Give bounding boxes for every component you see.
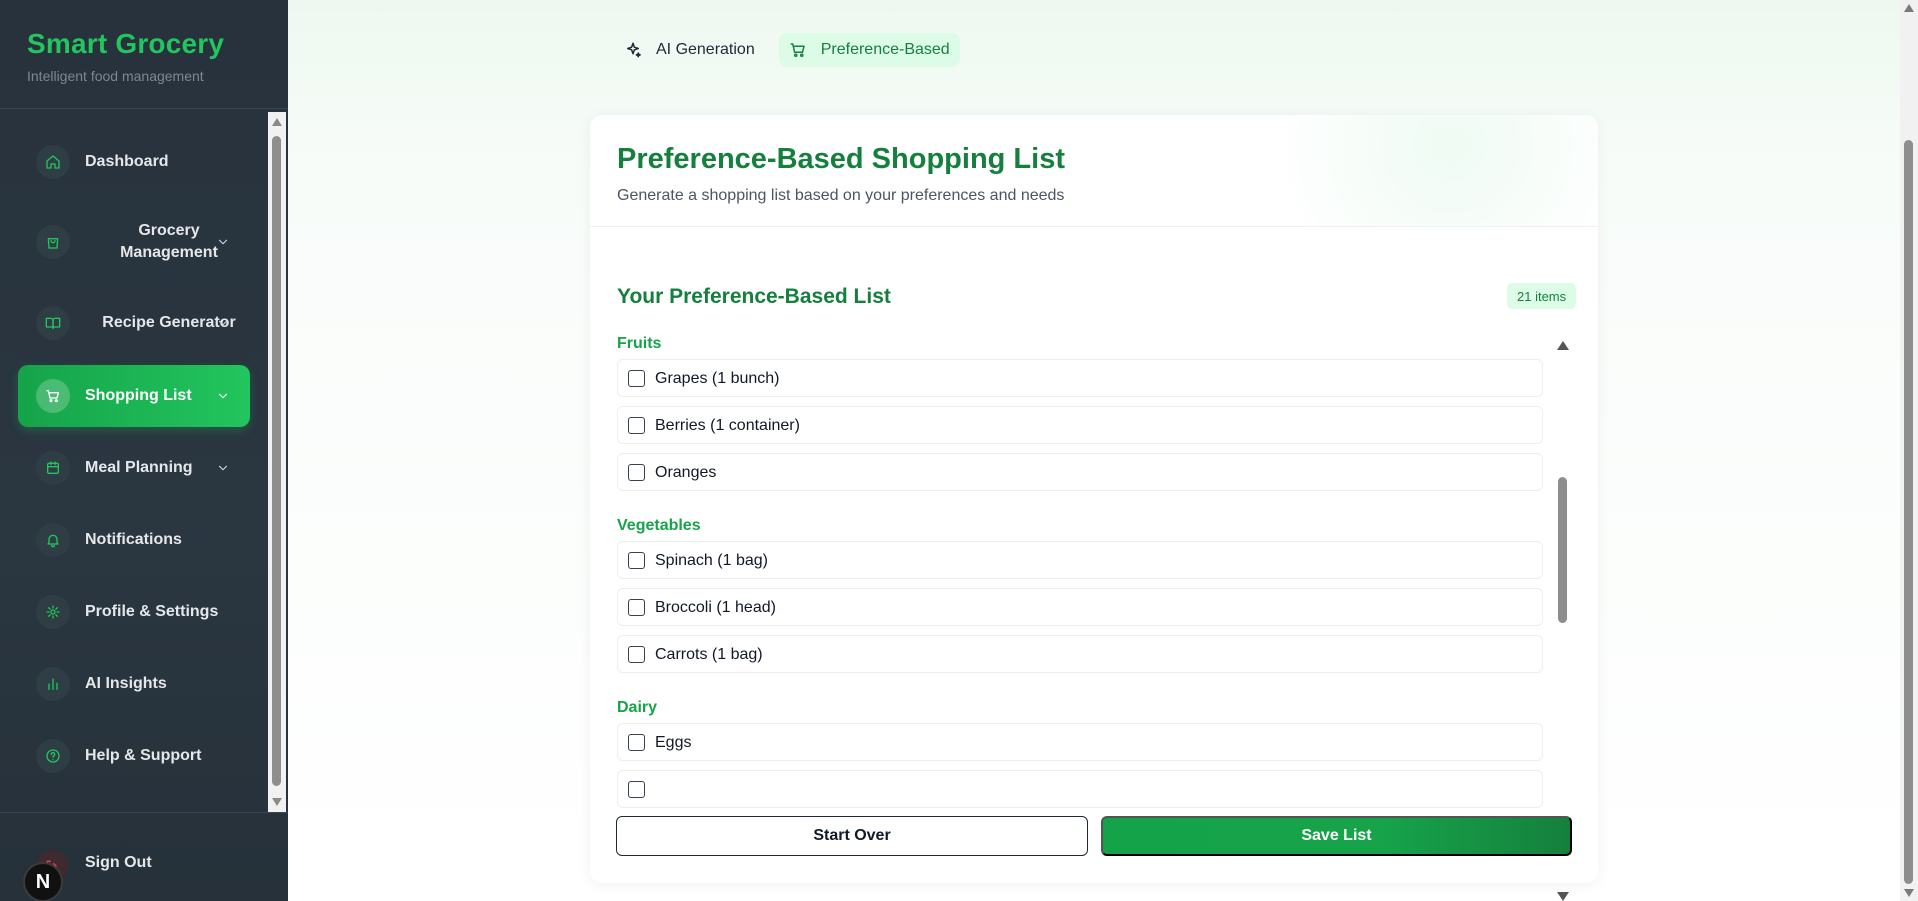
sidebar-item-ai-insights[interactable]: AI Insights [18, 653, 250, 715]
save-list-button[interactable]: Save List [1101, 816, 1572, 856]
tab-label: AI Generation [656, 41, 755, 58]
book-icon [36, 306, 70, 340]
sidebar-nav: Dashboard Grocery Management Recipe Gene… [0, 112, 288, 812]
scrollbar-thumb[interactable] [1558, 477, 1567, 623]
help-circle-icon [36, 739, 70, 773]
item-label: Grapes (1 bunch) [655, 370, 780, 387]
tab-label: Preference-Based [820, 41, 950, 58]
sidebar-item-recipe-generator[interactable]: Recipe Generator [18, 289, 250, 357]
item-checkbox[interactable] [628, 646, 645, 663]
category-heading: Vegetables [617, 517, 701, 534]
shopping-bag-icon [36, 225, 70, 259]
start-over-button[interactable]: Start Over [616, 816, 1088, 856]
sidebar-item-label: Shopping List [85, 387, 192, 404]
item-checkbox[interactable] [628, 734, 645, 751]
mode-tabs: AI Generation Preference-Based [614, 33, 960, 67]
category-heading: Fruits [617, 335, 662, 352]
card-header: Preference-Based Shopping List Generate … [590, 115, 1598, 227]
shopping-list-card: Preference-Based Shopping List Generate … [590, 115, 1598, 901]
sidebar-item-help-support[interactable]: Help & Support [18, 725, 250, 787]
brand: Smart Grocery Intelligent food managemen… [27, 28, 224, 84]
item-checkbox[interactable] [628, 417, 645, 434]
scrollbar-thumb[interactable] [272, 136, 281, 786]
list-item[interactable]: Broccoli (1 head) [617, 588, 1543, 626]
chevron-down-icon [216, 461, 230, 475]
item-label: Spinach (1 bag) [655, 552, 768, 569]
scrollbar-thumb[interactable] [1904, 140, 1913, 884]
scroll-down-arrow-icon[interactable] [1904, 889, 1914, 897]
page-subtitle: Generate a shopping list based on your p… [617, 187, 1065, 204]
sidebar-item-shopping-list[interactable]: Shopping List [18, 365, 250, 427]
chevron-down-icon [216, 316, 230, 330]
sidebar-item-grocery-management[interactable]: Grocery Management [18, 208, 250, 276]
divider [0, 108, 288, 109]
list-item[interactable]: Grapes (1 bunch) [617, 359, 1543, 397]
scroll-up-arrow-icon[interactable] [272, 118, 282, 126]
tab-ai-generation[interactable]: AI Generation [614, 33, 765, 67]
page-scrollbar[interactable] [1900, 0, 1918, 901]
sidebar-item-dashboard[interactable]: Dashboard [18, 131, 250, 193]
chevron-down-icon [216, 235, 230, 249]
list-item[interactable] [617, 770, 1543, 808]
scroll-down-arrow-icon[interactable] [1557, 892, 1569, 901]
list-item[interactable]: Eggs [617, 723, 1543, 761]
home-icon [36, 145, 70, 179]
list-item[interactable]: Berries (1 container) [617, 406, 1543, 444]
item-label: Berries (1 container) [655, 417, 800, 434]
item-checkbox[interactable] [628, 464, 645, 481]
divider [0, 812, 288, 813]
chevron-down-icon [216, 389, 230, 403]
list-title: Your Preference-Based List [617, 285, 891, 308]
item-label: Broccoli (1 head) [655, 599, 776, 616]
sidebar-scrollbar[interactable] [268, 112, 286, 812]
category-heading: Dairy [617, 699, 658, 716]
item-checkbox[interactable] [628, 781, 645, 798]
item-label: Oranges [655, 464, 717, 481]
sidebar-item-meal-planning[interactable]: Meal Planning [18, 437, 250, 499]
item-checkbox[interactable] [628, 599, 645, 616]
tab-preference-based[interactable]: Preference-Based [778, 33, 960, 67]
sidebar-item-label: Notifications [85, 531, 182, 548]
cart-icon [790, 43, 805, 58]
sidebar-item-label: Profile & Settings [85, 603, 219, 620]
bell-icon [36, 523, 70, 557]
sidebar-item-label: Meal Planning [85, 459, 193, 476]
scroll-up-arrow-icon[interactable] [1557, 341, 1569, 350]
item-label: Carrots (1 bag) [655, 646, 763, 663]
item-label: Eggs [655, 734, 692, 751]
page-title: Preference-Based Shopping List [617, 143, 1065, 175]
sidebar-item-label: Help & Support [85, 747, 202, 764]
brand-subtitle: Intelligent food management [27, 68, 204, 84]
sidebar-item-notifications[interactable]: Notifications [18, 509, 250, 571]
calendar-icon [36, 451, 70, 485]
sidebar-item-profile-settings[interactable]: Profile & Settings [18, 581, 250, 643]
bar-chart-icon [36, 667, 70, 701]
item-count-badge: 21 items [1507, 283, 1577, 309]
dev-indicator-badge[interactable]: N [23, 862, 63, 901]
brand-title: Smart Grocery [27, 28, 225, 59]
sign-out-label: Sign Out [85, 854, 152, 871]
sidebar: Smart Grocery Intelligent food managemen… [0, 0, 288, 901]
sidebar-item-label: AI Insights [85, 675, 167, 692]
scroll-down-arrow-icon[interactable] [272, 798, 282, 806]
gear-icon [36, 595, 70, 629]
list-item[interactable]: Spinach (1 bag) [617, 541, 1543, 579]
item-checkbox[interactable] [628, 370, 645, 387]
sidebar-item-label: Dashboard [85, 153, 169, 170]
main-content: AI Generation Preference-Based Preferenc… [288, 0, 1900, 901]
scroll-up-arrow-icon[interactable] [1904, 4, 1914, 12]
list-item[interactable]: Carrots (1 bag) [617, 635, 1543, 673]
item-checkbox[interactable] [628, 552, 645, 569]
sparkles-icon [627, 42, 641, 58]
cart-icon [36, 379, 70, 413]
list-item[interactable]: Oranges [617, 453, 1543, 491]
